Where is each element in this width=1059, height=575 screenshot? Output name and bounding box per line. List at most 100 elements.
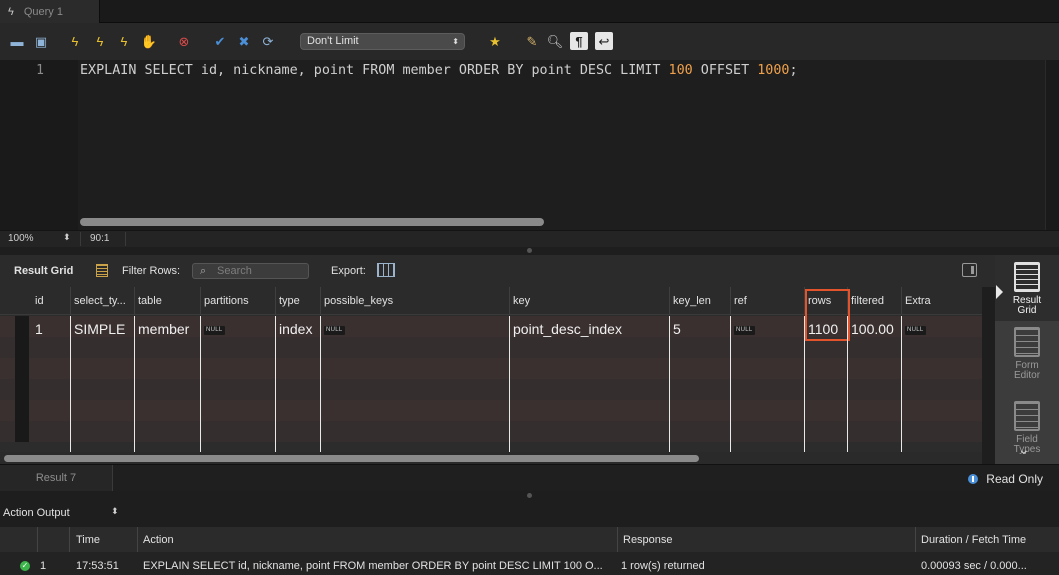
invisible-chars-icon[interactable]: ¶	[570, 32, 588, 50]
header-divider[interactable]	[730, 287, 731, 315]
export-icon[interactable]	[377, 263, 395, 277]
column-divider[interactable]	[70, 316, 71, 452]
result-grid-view-button[interactable]: Result Grid	[995, 255, 1059, 321]
find-icon[interactable]: 🔍︎	[546, 32, 564, 50]
execute-icon[interactable]: ϟ	[66, 32, 84, 50]
header-divider[interactable]	[275, 287, 276, 315]
column-divider[interactable]	[134, 316, 135, 452]
cell-id[interactable]: 1	[35, 321, 43, 337]
row-marker[interactable]	[15, 358, 29, 379]
limit-number: 100	[668, 63, 693, 78]
action-output-row[interactable]: ✓ 1 17:53:51 EXPLAIN SELECT id, nickname…	[0, 552, 1059, 575]
result-grid-title: Result Grid	[14, 265, 74, 277]
autocommit-icon[interactable]: ⟳	[259, 32, 277, 50]
commit-icon[interactable]: ✔	[211, 32, 229, 50]
zoom-stepper-icon[interactable]: ⬍	[63, 232, 71, 243]
column-divider[interactable]	[804, 316, 805, 452]
cell-table[interactable]: member	[138, 321, 189, 337]
action-output-select[interactable]: Action Output	[3, 507, 70, 519]
tab-query-1[interactable]: ϟ Query 1	[0, 0, 100, 23]
row-marker[interactable]	[15, 337, 29, 358]
rollback-icon[interactable]: ✖	[235, 32, 253, 50]
column-header-partitions[interactable]: partitions	[204, 295, 274, 307]
row-marker[interactable]	[15, 400, 29, 421]
stepper-arrows-icon[interactable]: ⬍	[111, 506, 119, 517]
editor-vertical-scrollbar[interactable]	[1045, 60, 1059, 230]
result-grid: id select_ty... table partitions type possibl…	[0, 287, 982, 452]
col-action[interactable]: Action	[143, 534, 174, 546]
line-number: 1	[36, 63, 44, 78]
open-folder-icon[interactable]: ▬	[8, 32, 26, 50]
cell-key[interactable]: point_desc_index	[513, 321, 622, 337]
col-response[interactable]: Response	[623, 534, 673, 546]
cell-filtered[interactable]: 100.00	[851, 321, 894, 337]
wrap-cell-content-icon[interactable]	[962, 263, 977, 277]
header-divider[interactable]	[200, 287, 201, 315]
column-header-id[interactable]: id	[35, 295, 69, 307]
grid-horizontal-scrollbar[interactable]	[4, 455, 699, 462]
row-marker[interactable]	[15, 316, 29, 337]
column-divider[interactable]	[730, 316, 731, 452]
form-editor-button[interactable]: Form Editor	[995, 327, 1059, 381]
header-divider[interactable]	[70, 287, 71, 315]
field-types-icon	[1014, 401, 1040, 431]
column-divider[interactable]	[669, 316, 670, 452]
row-marker[interactable]	[15, 421, 29, 442]
cell-select-type[interactable]: SIMPLE	[74, 321, 125, 337]
chevron-down-icon[interactable]: ⌄	[1018, 441, 1030, 458]
grid-icon[interactable]	[96, 264, 108, 277]
header-divider[interactable]	[134, 287, 135, 315]
tab-result-7[interactable]: Result 7	[0, 465, 113, 491]
column-divider[interactable]	[200, 316, 201, 452]
column-header-select-type[interactable]: select_ty...	[74, 295, 133, 307]
zoom-level[interactable]: 100%	[8, 233, 34, 244]
column-divider[interactable]	[509, 316, 510, 452]
filter-search-input[interactable]: ⌕ Search	[192, 263, 309, 279]
header-divider[interactable]	[320, 287, 321, 315]
read-only-indicator: Read Only	[968, 472, 1043, 486]
column-divider[interactable]	[275, 316, 276, 452]
cursor-position: 90:1	[90, 233, 110, 244]
editor-splitter[interactable]	[0, 247, 1059, 255]
header-divider[interactable]	[669, 287, 670, 315]
toggle-error-icon[interactable]: ⊗	[175, 32, 193, 50]
col-time[interactable]: Time	[76, 534, 100, 546]
col-duration[interactable]: Duration / Fetch Time	[921, 534, 1026, 546]
cell-partitions[interactable]: NULL	[204, 326, 225, 335]
cell-type[interactable]: index	[279, 321, 312, 337]
beautify-star-icon[interactable]: ★	[486, 32, 504, 50]
column-header-key[interactable]: key	[513, 295, 668, 307]
column-header-table[interactable]: table	[138, 295, 199, 307]
column-header-type[interactable]: type	[279, 295, 319, 307]
column-header-key-len[interactable]: key_len	[673, 295, 729, 307]
stop-icon[interactable]: ✋	[140, 32, 158, 50]
header-divider[interactable]	[509, 287, 510, 315]
column-header-possible-keys[interactable]: possible_keys	[324, 295, 508, 307]
sql-toolbar: ▬ ▣ ϟ ϟ ϟ ✋ ⊗ ✔ ✖ ⟳ Don't Limit ⬍ ★ ✎ 🔍︎…	[0, 23, 1059, 60]
cell-possible-keys[interactable]: NULL	[324, 326, 345, 335]
header-divider[interactable]	[901, 287, 902, 315]
sql-editor[interactable]: 1 EXPLAIN SELECT id, nickname, point FRO…	[0, 60, 1059, 230]
column-header-extra[interactable]: Extra	[905, 295, 980, 307]
execute-current-icon[interactable]: ϟ	[91, 32, 109, 50]
column-header-ref[interactable]: ref	[734, 295, 803, 307]
cell-ref[interactable]: NULL	[734, 326, 755, 335]
editor-horizontal-scrollbar[interactable]	[80, 218, 544, 226]
row-marker[interactable]	[15, 379, 29, 400]
cell-key-len[interactable]: 5	[673, 321, 681, 337]
output-splitter[interactable]	[0, 491, 1059, 500]
form-editor-label: Form Editor	[1013, 360, 1041, 381]
explain-icon[interactable]: ϟ	[115, 32, 133, 50]
save-icon[interactable]: ▣	[32, 32, 50, 50]
cell-extra[interactable]: NULL	[905, 326, 926, 335]
column-divider[interactable]	[320, 316, 321, 452]
broom-icon[interactable]: ✎	[523, 32, 541, 50]
column-divider[interactable]	[847, 316, 848, 452]
limit-select[interactable]: Don't Limit ⬍	[300, 33, 465, 50]
stepper-arrows-icon: ⬍	[452, 37, 459, 46]
wrap-lines-icon[interactable]: ↩	[595, 32, 613, 50]
column-header-filtered[interactable]: filtered	[851, 295, 900, 307]
sql-text[interactable]: EXPLAIN SELECT id, nickname, point FROM …	[80, 63, 798, 78]
column-divider[interactable]	[901, 316, 902, 452]
editor-status-bar: 100% ⬍ 90:1	[0, 230, 1059, 247]
